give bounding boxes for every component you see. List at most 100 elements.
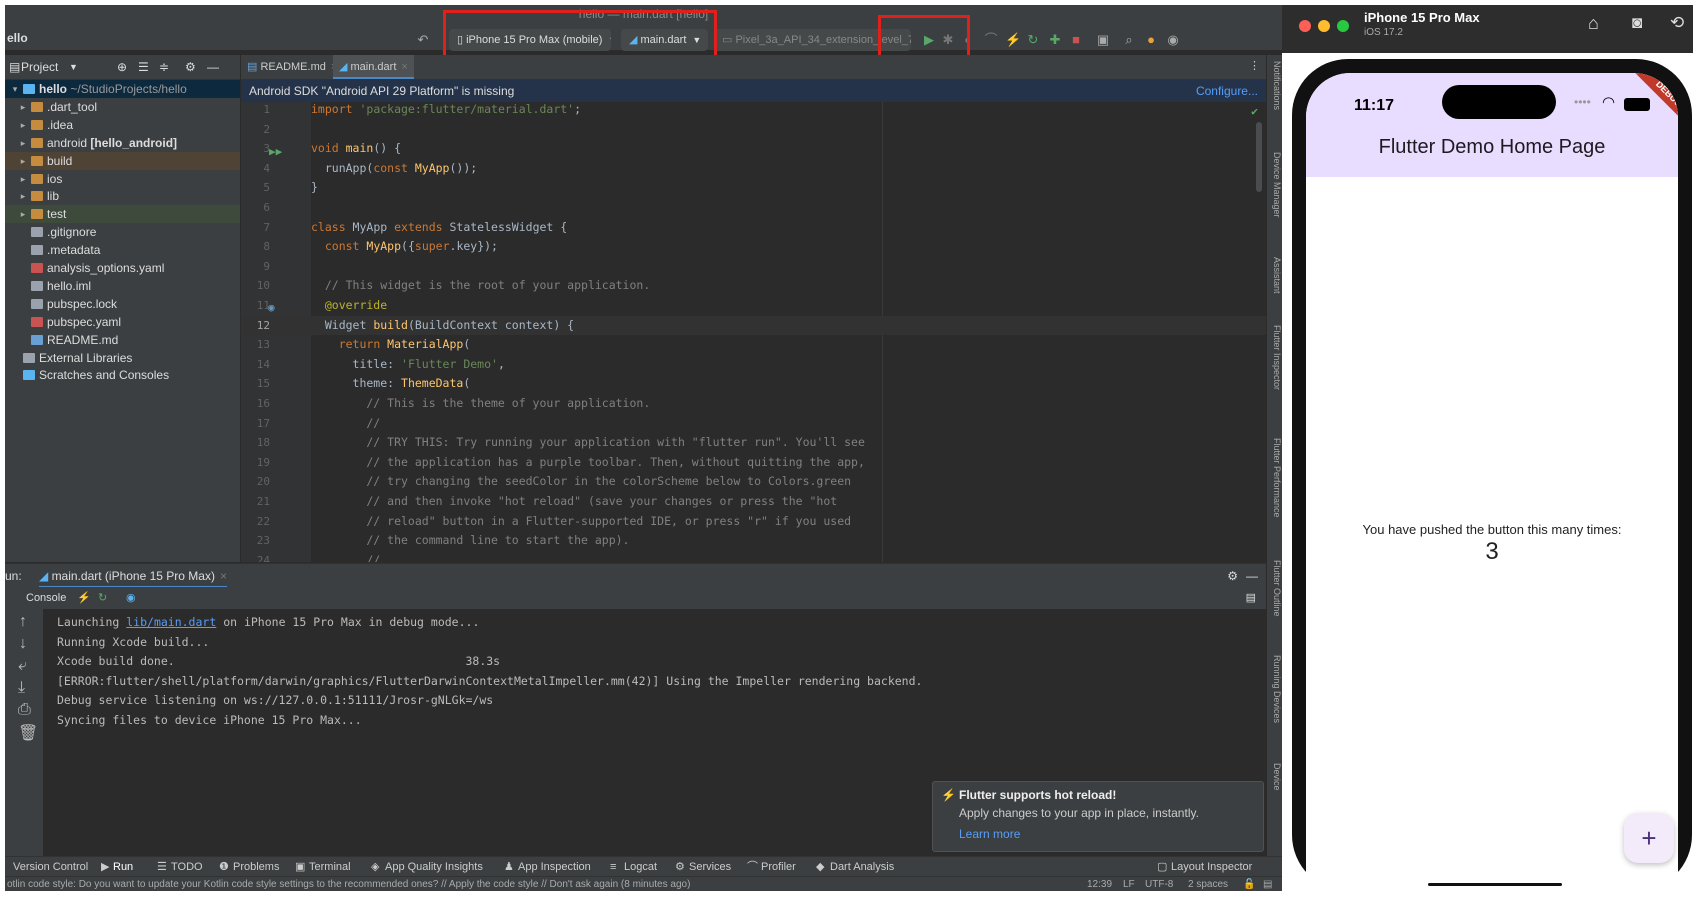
tool-notifications[interactable]: Notifications [1267, 61, 1282, 110]
tool-todo[interactable]: TODO [171, 857, 203, 877]
hot-restart-icon[interactable]: ↻ [1025, 32, 1041, 48]
tool-running-devices[interactable]: Running Devices [1267, 655, 1282, 723]
hot-reload-icon[interactable]: ⚡ [1005, 32, 1021, 48]
tree-item[interactable]: .metadata [5, 241, 240, 259]
chevron-right-icon[interactable]: ▸ [17, 134, 29, 152]
tree-item[interactable]: hello.iml [5, 277, 240, 295]
tree-item[interactable]: analysis_options.yaml [5, 259, 240, 277]
status-message[interactable]: otlin code style: Do you want to update … [7, 877, 690, 891]
gear-icon[interactable]: ⚙ [185, 55, 196, 79]
project-view-selector[interactable]: Project [21, 55, 58, 79]
tool-profiler[interactable]: Profiler [761, 857, 796, 877]
more-tabs-icon[interactable]: ⋮ [1249, 59, 1260, 72]
tool-dart-analysis[interactable]: Dart Analysis [830, 857, 894, 877]
chevron-right-icon[interactable]: ▸ [17, 170, 29, 188]
tool-app-inspection[interactable]: App Inspection [518, 857, 591, 877]
expand-all-icon[interactable]: ≑ [159, 55, 169, 79]
tool-version-control[interactable]: Version Control [13, 857, 88, 877]
tool-flutter-inspector[interactable]: Flutter Inspector [1267, 325, 1282, 390]
tool-flutter-outline[interactable]: Flutter Outline [1267, 560, 1282, 617]
run-tab[interactable]: ◢ main.dart (iPhone 15 Pro Max) × [39, 564, 227, 588]
tool-flutter-performance[interactable]: Flutter Performance [1267, 438, 1282, 518]
update-icon[interactable]: ● [1143, 32, 1159, 48]
soft-wrap-icon[interactable]: ⤶ [18, 657, 27, 675]
back-arrow-icon[interactable]: ↶ [415, 32, 431, 48]
gear-icon[interactable]: ⚙ [1227, 564, 1238, 588]
hot-restart-icon[interactable]: ↻ [98, 587, 107, 609]
tool-logcat[interactable]: Logcat [624, 857, 657, 877]
chevron-right-icon[interactable]: ▸ [17, 116, 29, 134]
scroll-down-icon[interactable]: ↓ [19, 635, 27, 653]
tool-app-quality-insights[interactable]: App Quality Insights [385, 857, 483, 877]
devtools-icon[interactable]: ◉ [126, 587, 136, 609]
tree-item[interactable]: ▸ build [5, 151, 240, 170]
tree-item[interactable]: pubspec.yaml [5, 313, 240, 331]
tree-item[interactable]: ▸ test [5, 205, 240, 224]
console-tab[interactable]: Console [26, 587, 66, 609]
trash-icon[interactable]: 🗑 [18, 723, 38, 743]
chevron-right-icon[interactable]: ▸ [17, 205, 29, 223]
file-link[interactable]: lib/main.dart [126, 615, 216, 629]
chevron-down-icon[interactable]: ▾ [9, 80, 21, 98]
file-encoding[interactable]: UTF-8 [1145, 877, 1173, 891]
close-icon[interactable]: × [401, 61, 407, 73]
hide-panel-icon[interactable]: — [1246, 564, 1258, 588]
increment-button[interactable]: + [1624, 813, 1674, 863]
app-screen[interactable]: 11:17 •••• ◠ DEBUG Flutter Demo Home Pag… [1306, 73, 1678, 891]
learn-more-link[interactable]: Learn more [959, 827, 1020, 841]
profile-icon[interactable]: ⌒ [983, 32, 999, 48]
scroll-up-icon[interactable]: ↑ [19, 613, 27, 631]
hot-reload-icon[interactable]: ⚡ [77, 587, 91, 609]
print-icon[interactable]: ⎙ [18, 701, 31, 719]
chevron-down-icon[interactable]: ▼ [69, 55, 78, 79]
tool-terminal[interactable]: Terminal [309, 857, 351, 877]
tool-run[interactable]: Run [113, 857, 133, 877]
tree-item[interactable]: ▾ hello ~/StudioProjects/hello [5, 80, 240, 98]
screenshot-icon[interactable]: ◙ [1632, 13, 1642, 33]
zoom-window-icon[interactable] [1337, 20, 1349, 32]
tree-item[interactable]: ▸ .dart_tool [5, 98, 240, 116]
tree-item[interactable]: .gitignore [5, 223, 240, 241]
hide-panel-icon[interactable]: — [207, 55, 219, 79]
tree-item[interactable]: README.md [5, 331, 240, 349]
rotate-icon[interactable]: ⟲ [1670, 13, 1684, 33]
tool-services[interactable]: Services [689, 857, 731, 877]
tab-main-dart[interactable]: ◢ main.dart × [333, 55, 414, 79]
tool-problems[interactable]: Problems [233, 857, 279, 877]
layout-options-icon[interactable]: ▤ [1246, 587, 1256, 609]
configure-link[interactable]: Configure... [1196, 80, 1258, 102]
tree-item[interactable]: ▸ .idea [5, 116, 240, 134]
close-icon[interactable]: × [220, 569, 227, 583]
scroll-to-end-icon[interactable]: ⤓ [18, 679, 25, 697]
chevron-right-icon[interactable]: ▸ [17, 152, 29, 170]
code-editor[interactable]: ▶▶ ◉ ✔ 1 import 'package:flutter/material… [241, 102, 1266, 562]
tool-device-manager[interactable]: Device Manager [1267, 152, 1282, 218]
tree-item[interactable]: ▸ lib [5, 187, 240, 205]
attach-debugger-icon[interactable]: ✚ [1047, 32, 1063, 48]
chevron-right-icon[interactable]: ▸ [17, 98, 29, 116]
collapse-all-icon[interactable]: ☰ [138, 55, 149, 79]
caret-position[interactable]: 12:39 [1087, 877, 1112, 891]
close-window-icon[interactable] [1299, 20, 1311, 32]
tool-assistant[interactable]: Assistant [1267, 257, 1282, 294]
minimize-window-icon[interactable] [1318, 20, 1330, 32]
home-icon[interactable]: ⌂ [1588, 13, 1599, 34]
line-separator[interactable]: LF [1123, 877, 1135, 891]
tab-readme[interactable]: ▤ README.md× [241, 55, 343, 79]
tool-layout-inspector[interactable]: Layout Inspector [1171, 857, 1252, 877]
lock-icon[interactable]: 🔓 [1243, 877, 1255, 891]
project-name[interactable]: ello [7, 31, 28, 45]
device-mirror-icon[interactable]: ▣ [1095, 32, 1111, 48]
tree-item[interactable]: pubspec.lock [5, 295, 240, 313]
search-icon[interactable]: ⌕ [1121, 32, 1137, 48]
account-icon[interactable]: ◉ [1165, 32, 1181, 48]
tool-device[interactable]: Device [1267, 763, 1282, 791]
tree-item[interactable]: External Libraries [5, 349, 240, 367]
tree-item[interactable]: Scratches and Consoles [5, 366, 240, 384]
indent-setting[interactable]: 2 spaces [1188, 877, 1228, 891]
stop-icon[interactable]: ■ [1068, 32, 1084, 48]
chevron-right-icon[interactable]: ▸ [17, 187, 29, 205]
notifications-icon[interactable]: ▤ [1263, 877, 1272, 891]
tree-item[interactable]: ▸ android [hello_android] [5, 134, 240, 152]
tree-item[interactable]: ▸ ios [5, 170, 240, 188]
